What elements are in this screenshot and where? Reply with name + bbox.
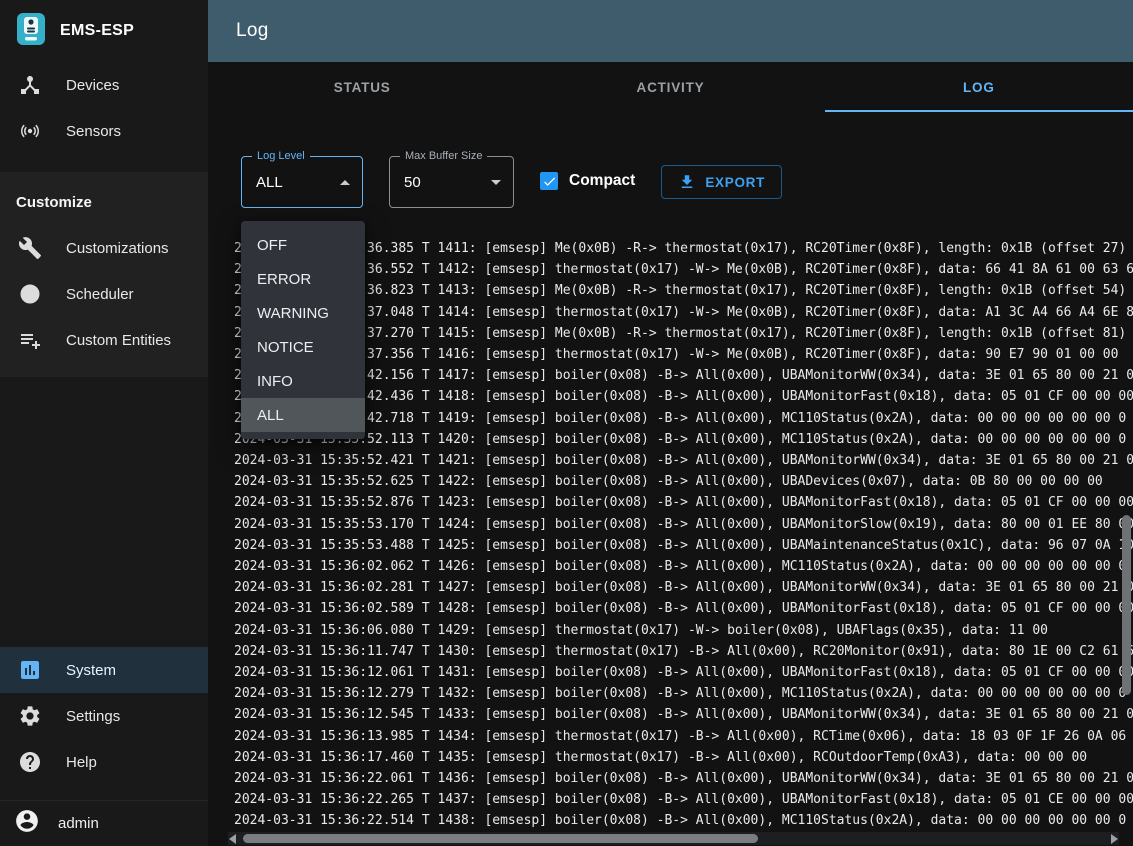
log-line: 2024-03-31 15:35:53.488 T 1425: [emsesp]… xyxy=(234,535,1133,556)
log-line: 2024-03-31 15:36:22.061 T 1436: [emsesp]… xyxy=(234,768,1133,789)
app-title: EMS-ESP xyxy=(60,22,134,40)
checkmark-icon xyxy=(542,174,557,189)
appbar: Log xyxy=(208,0,1133,62)
compact-checkbox-group[interactable]: Compact xyxy=(540,172,635,190)
log-line: 2024-03-31 15:35:36.823 T 1413: [emsesp]… xyxy=(234,280,1133,301)
scroll-left-arrow-icon[interactable] xyxy=(229,834,236,844)
log-line: 2024-03-31 15:35:37.356 T 1416: [emsesp]… xyxy=(234,344,1133,365)
log-line: 2024-03-31 15:36:02.062 T 1426: [emsesp]… xyxy=(234,556,1133,577)
customize-section-label: Customize xyxy=(0,172,208,225)
log-level-select[interactable]: Log Level ALL xyxy=(241,156,363,208)
account-circle-icon xyxy=(14,808,40,839)
max-buffer-select-label: Max Buffer Size xyxy=(400,150,487,163)
log-line: 2024-03-31 15:36:06.080 T 1429: [emsesp]… xyxy=(234,620,1133,641)
playlist-add-icon xyxy=(18,328,42,352)
log-line: 2024-03-31 15:36:17.460 T 1435: [emsesp]… xyxy=(234,747,1133,768)
log-level-option[interactable]: ALL xyxy=(241,398,365,432)
tab-bar: STATUS ACTIVITY LOG xyxy=(208,62,1133,112)
log-line: 2024-03-31 15:36:11.747 T 1430: [emsesp]… xyxy=(234,641,1133,662)
log-level-menu: OFFERRORWARNINGNOTICEINFOALL xyxy=(241,221,365,439)
log-level-option[interactable]: OFF xyxy=(241,228,365,262)
log-line: 2024-03-31 15:35:52.876 T 1423: [emsesp]… xyxy=(234,492,1133,513)
log-line: 2024-03-31 15:36:13.985 T 1434: [emsesp]… xyxy=(234,726,1133,747)
log-line: 2024-03-31 15:36:22.265 T 1437: [emsesp]… xyxy=(234,789,1133,810)
sidebar-item-label: Customizations xyxy=(66,240,169,257)
sidebar-item-label: Scheduler xyxy=(66,286,134,303)
export-button-label: EXPORT xyxy=(705,175,765,190)
log-level-select-value: ALL xyxy=(256,174,283,191)
sidebar-item-customizations[interactable]: Customizations xyxy=(0,225,208,271)
compact-label: Compact xyxy=(569,172,635,190)
log-line: 2024-03-31 15:35:53.170 T 1424: [emsesp]… xyxy=(234,514,1133,535)
chevron-up-icon xyxy=(340,180,350,185)
sidebar-item-scheduler[interactable]: Scheduler xyxy=(0,271,208,317)
clock-icon xyxy=(18,282,42,306)
user-account-row[interactable]: admin xyxy=(0,800,208,846)
log-line: 2024-03-31 15:35:52.421 T 1421: [emsesp]… xyxy=(234,450,1133,471)
log-line: 2024-03-31 15:35:37.048 T 1414: [emsesp]… xyxy=(234,302,1133,323)
help-icon xyxy=(18,750,42,774)
max-buffer-select[interactable]: Max Buffer Size 50 xyxy=(389,156,514,208)
log-line: 2024-03-31 15:36:12.279 T 1432: [emsesp]… xyxy=(234,683,1133,704)
horizontal-scrollbar[interactable] xyxy=(228,832,1119,845)
log-line: 2024-03-31 15:36:12.545 T 1433: [emsesp]… xyxy=(234,704,1133,725)
tab-log[interactable]: LOG xyxy=(825,62,1133,112)
log-line: 2024-03-31 15:35:52.113 T 1420: [emsesp]… xyxy=(234,429,1133,450)
log-level-option[interactable]: INFO xyxy=(241,364,365,398)
log-level-option[interactable]: ERROR xyxy=(241,262,365,296)
sidebar-item-label: Custom Entities xyxy=(66,332,171,349)
log-line: 2024-03-31 15:35:37.270 T 1415: [emsesp]… xyxy=(234,323,1133,344)
devices-icon xyxy=(18,73,42,97)
sidebar-item-devices[interactable]: Devices xyxy=(0,62,208,108)
sidebar-item-custom-entities[interactable]: Custom Entities xyxy=(0,317,208,363)
user-label: admin xyxy=(58,815,99,832)
log-line: 2024-03-31 15:35:36.552 T 1412: [emsesp]… xyxy=(234,259,1133,280)
compact-checkbox[interactable] xyxy=(540,172,558,190)
log-controls: Log Level ALL Max Buffer Size 50 Compact… xyxy=(208,112,1133,235)
sidebar-item-system[interactable]: System xyxy=(0,647,208,693)
download-icon xyxy=(678,173,696,191)
log-level-option[interactable]: NOTICE xyxy=(241,330,365,364)
app-logo-row: EMS-ESP xyxy=(0,0,208,62)
bar-chart-icon xyxy=(18,658,42,682)
log-level-select-label: Log Level xyxy=(252,150,310,163)
log-line: 2024-03-31 15:36:22.514 T 1438: [emsesp]… xyxy=(234,810,1133,831)
sidebar-item-label: System xyxy=(66,662,116,679)
log-line: 2024-03-31 15:35:42.718 T 1419: [emsesp]… xyxy=(234,408,1133,429)
customize-section: Customize Customizations Scheduler Custo… xyxy=(0,172,208,377)
log-line: 2024-03-31 15:36:02.589 T 1428: [emsesp]… xyxy=(234,598,1133,619)
max-buffer-select-value: 50 xyxy=(404,174,421,191)
log-line: 2024-03-31 15:35:36.385 T 1411: [emsesp]… xyxy=(234,238,1133,259)
tab-activity[interactable]: ACTIVITY xyxy=(516,62,824,112)
sidebar-item-help[interactable]: Help xyxy=(0,739,208,785)
log-line: 2024-03-31 15:36:02.281 T 1427: [emsesp]… xyxy=(234,577,1133,598)
scroll-right-arrow-icon[interactable] xyxy=(1111,834,1118,844)
gear-icon xyxy=(18,704,42,728)
ems-esp-app: EMS-ESP Devices Sensors Customize Custom… xyxy=(0,0,1133,846)
sidebar-item-label: Settings xyxy=(66,708,120,725)
log-line: 2024-03-31 15:35:42.156 T 1417: [emsesp]… xyxy=(234,365,1133,386)
log-level-option[interactable]: WARNING xyxy=(241,296,365,330)
log-line: 2024-03-31 15:36:12.061 T 1431: [emsesp]… xyxy=(234,662,1133,683)
ems-esp-logo-icon xyxy=(16,12,46,51)
chevron-down-icon xyxy=(491,180,501,185)
sidebar-item-sensors[interactable]: Sensors xyxy=(0,108,208,154)
sidebar-item-label: Devices xyxy=(66,77,119,94)
sensors-icon xyxy=(18,119,42,143)
vertical-scrollbar-thumb[interactable] xyxy=(1122,515,1131,695)
sidebar-item-label: Help xyxy=(66,754,97,771)
log-line: 2024-03-31 15:35:42.436 T 1418: [emsesp]… xyxy=(234,386,1133,407)
horizontal-scrollbar-thumb[interactable] xyxy=(243,834,758,843)
log-level-menu-options: OFFERRORWARNINGNOTICEINFOALL xyxy=(241,228,365,432)
sidebar-item-label: Sensors xyxy=(66,123,121,140)
sidebar: EMS-ESP Devices Sensors Customize Custom… xyxy=(0,0,208,846)
sidebar-item-settings[interactable]: Settings xyxy=(0,693,208,739)
wrench-icon xyxy=(18,236,42,260)
page-title: Log xyxy=(236,20,269,42)
log-line: 2024-03-31 15:35:52.625 T 1422: [emsesp]… xyxy=(234,471,1133,492)
export-button[interactable]: EXPORT xyxy=(661,165,782,199)
sidebar-spacer xyxy=(0,377,208,647)
tab-status[interactable]: STATUS xyxy=(208,62,516,112)
